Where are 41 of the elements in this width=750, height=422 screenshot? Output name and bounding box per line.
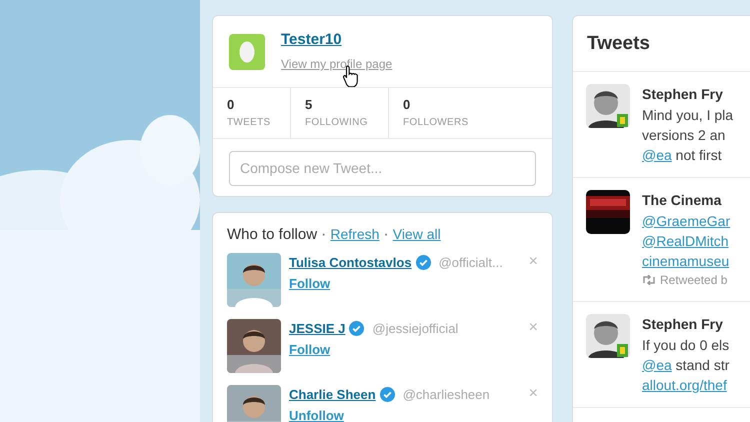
mention-link[interactable]: @ea <box>642 356 672 372</box>
retweet-icon <box>642 274 656 284</box>
section-title: Who to follow <box>227 224 318 244</box>
tweet-author[interactable]: Stephen Fry <box>642 84 734 104</box>
dismiss-button[interactable]: × <box>528 254 538 270</box>
stat-label[interactable]: FOLLOWERS <box>403 114 495 130</box>
separator-dot: · <box>383 224 389 244</box>
separator-dot: · <box>321 224 326 244</box>
header-link[interactable]: View all <box>392 224 441 244</box>
stat-value[interactable]: 0 <box>403 95 495 114</box>
follow-link[interactable]: Unfollow <box>289 408 344 422</box>
url-link[interactable]: cinemamuseu <box>642 252 730 268</box>
avatar-icon[interactable] <box>229 34 265 70</box>
follow-link[interactable]: Follow <box>289 342 330 357</box>
user-name-link[interactable]: Tulisa Contostavlos <box>289 252 412 272</box>
profile-page-link[interactable]: View my profile page <box>281 57 392 71</box>
panel-title: Tweets <box>573 16 750 72</box>
url-link[interactable]: allout.org/thef <box>642 376 727 392</box>
user-handle: @charliesheen <box>402 386 490 404</box>
user-handle: @jessiejofficial <box>372 320 458 338</box>
tweet-text: Mind you, I pla versions 2 an @ea not first <box>642 106 734 164</box>
user-handle: @officialt... <box>438 254 503 272</box>
user-name-link[interactable]: JESSIE J <box>289 318 346 338</box>
mention-link[interactable]: @ea <box>642 146 672 162</box>
mention-link[interactable]: @GraemeGar <box>642 212 730 228</box>
dismiss-button[interactable]: × <box>528 320 538 336</box>
stat-label[interactable]: FOLLOWING <box>305 114 374 130</box>
tweet-author[interactable]: Stephen Fry <box>642 314 730 334</box>
stat-label[interactable]: TWEETS <box>227 114 276 130</box>
follow-link[interactable]: Follow <box>289 276 330 291</box>
compose-field[interactable]: Compose new Tweet... <box>229 150 536 186</box>
retweet-note: Retweeted b <box>660 272 728 288</box>
stat-value[interactable]: 0 <box>227 95 276 114</box>
dismiss-button[interactable]: × <box>528 386 538 402</box>
header-link[interactable]: Refresh <box>330 224 380 244</box>
stat-value[interactable]: 5 <box>305 95 374 114</box>
user-name-link[interactable]: Charlie Sheen <box>289 384 376 404</box>
tweet-text: If you do 0 els @ea stand str allout.org/thef <box>642 336 730 394</box>
mention-link[interactable]: @RealDMitch <box>642 232 729 248</box>
tweet-author[interactable]: The Cinema <box>642 190 730 210</box>
profile-name-link[interactable]: Tester10 <box>281 31 342 48</box>
